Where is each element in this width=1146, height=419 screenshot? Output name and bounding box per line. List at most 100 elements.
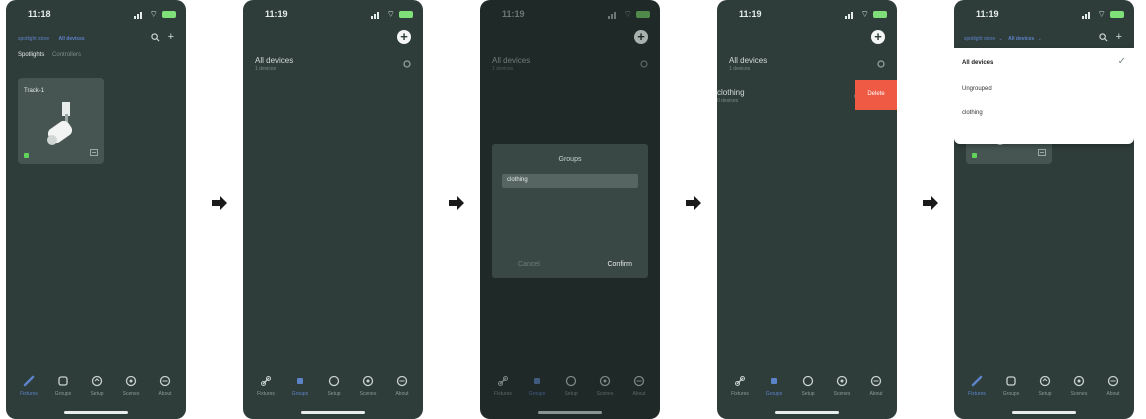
tab-controllers[interactable]: Controllers: [52, 52, 81, 58]
tab-groups[interactable]: Groups: [285, 375, 315, 397]
scene-icon: [1073, 375, 1085, 387]
breadcrumb-group[interactable]: All devices: [59, 36, 85, 42]
screen-create-group-dialog: 11:19 ⌔ + All devices 1 devices Groups c…: [480, 0, 660, 419]
home-indicator: [301, 411, 365, 414]
link-icon: [735, 376, 745, 386]
tab-scenes[interactable]: Scenes: [827, 375, 857, 397]
spotlight-icon: [47, 102, 73, 145]
pen-icon: [23, 375, 35, 387]
tab-setup[interactable]: Setup: [1030, 375, 1060, 397]
tab-fixtures[interactable]: Fixtures: [14, 375, 44, 397]
tab-scenes[interactable]: Scenes: [116, 375, 146, 397]
tab-fixtures[interactable]: Fixtures: [488, 375, 518, 397]
tab-about[interactable]: About: [150, 375, 180, 397]
gear-icon[interactable]: [403, 60, 411, 68]
dropdown-item-clothing[interactable]: clothing: [962, 104, 1126, 124]
group-row-count: 1 devices: [255, 66, 277, 72]
add-group-button[interactable]: +: [871, 30, 885, 44]
signal-icon: [371, 12, 379, 19]
home-indicator: [775, 411, 839, 414]
group-row-title[interactable]: All devices: [255, 56, 293, 65]
status-time: 11:19: [976, 9, 999, 19]
battery-icon: [162, 11, 176, 18]
link-icon: [498, 376, 508, 386]
tab-setup[interactable]: Setup: [556, 375, 586, 397]
status-bar: 11:19 ⌔: [717, 8, 897, 22]
tab-setup[interactable]: Setup: [82, 375, 112, 397]
breadcrumb-store[interactable]: spotlight store: [18, 36, 49, 42]
breadcrumb-store[interactable]: spotlight store: [964, 36, 995, 42]
chevron-down-icon[interactable]: ⌄: [1038, 36, 1042, 42]
delete-button[interactable]: Delete: [855, 80, 897, 110]
tab-setup[interactable]: Setup: [319, 375, 349, 397]
tab-groups[interactable]: Groups: [522, 375, 552, 397]
scene-icon: [836, 375, 848, 387]
group-name-input[interactable]: clothing: [502, 174, 638, 188]
link-icon: [261, 376, 271, 386]
confirm-button[interactable]: Confirm: [607, 261, 632, 268]
settings-icon[interactable]: [90, 149, 98, 156]
tab-groups[interactable]: Groups: [759, 375, 789, 397]
delete-label: Delete: [867, 91, 885, 97]
tab-spotlights[interactable]: Spotlights: [18, 52, 44, 58]
add-group-button[interactable]: +: [397, 30, 411, 44]
group-row-title[interactable]: All devices: [492, 56, 530, 65]
tab-about[interactable]: About: [387, 375, 417, 397]
tab-groups[interactable]: Groups: [996, 375, 1026, 397]
tab-about[interactable]: About: [1098, 375, 1128, 397]
tab-about[interactable]: About: [624, 375, 654, 397]
online-indicator: [972, 153, 977, 158]
add-group-button[interactable]: +: [634, 30, 648, 44]
info-icon: [870, 375, 882, 387]
bulb-icon: [91, 375, 103, 387]
dropdown-item-all-devices[interactable]: All devices ✓: [962, 54, 1126, 74]
battery-icon: [1110, 11, 1124, 18]
pen-icon: [971, 375, 983, 387]
tab-setup[interactable]: Setup: [793, 375, 823, 397]
status-bar: 11:19 ⌔: [480, 8, 660, 22]
add-icon[interactable]: +: [1116, 31, 1122, 43]
tab-about[interactable]: About: [861, 375, 891, 397]
dropdown-item-ungrouped[interactable]: Ungrouped: [962, 80, 1126, 100]
group-row-count: 1 devices: [729, 66, 751, 72]
bulb-icon: [1039, 375, 1051, 387]
screen-group-delete: 11:19 ⌔ + All devices 1 devices clothing…: [717, 0, 897, 419]
breadcrumb-group[interactable]: All devices: [1008, 36, 1034, 42]
cancel-button[interactable]: Cancel: [518, 261, 540, 268]
settings-icon[interactable]: [1038, 149, 1046, 156]
battery-icon: [873, 11, 887, 18]
group-row-title-clothing[interactable]: clothing: [717, 88, 745, 97]
bottom-tab-bar: Fixtures Groups Setup Scenes About: [480, 375, 660, 405]
bulb-icon: [802, 375, 814, 387]
info-icon: [1107, 375, 1119, 387]
tab-fixtures[interactable]: Fixtures: [962, 375, 992, 397]
group-row-title[interactable]: All devices: [729, 56, 767, 65]
chevron-down-icon[interactable]: ⌄: [999, 36, 1003, 42]
tab-groups[interactable]: Groups: [48, 375, 78, 397]
checkmark-icon: ✓: [1117, 56, 1126, 67]
gear-icon[interactable]: [877, 60, 885, 68]
signal-icon: [1082, 12, 1090, 19]
tab-scenes[interactable]: Scenes: [1064, 375, 1094, 397]
status-bar: 11:19 ⌔: [243, 8, 423, 22]
wifi-icon: ⌔: [860, 9, 869, 19]
search-icon[interactable]: [151, 33, 160, 42]
status-time: 11:18: [28, 9, 51, 19]
gear-icon[interactable]: [640, 60, 648, 68]
home-indicator: [538, 411, 602, 414]
add-icon[interactable]: +: [168, 31, 174, 43]
bulb-icon: [328, 375, 340, 387]
search-icon[interactable]: [1099, 33, 1108, 42]
square-icon: [1006, 376, 1016, 386]
device-card[interactable]: Track-1: [18, 78, 104, 164]
bottom-tab-bar: Fixtures Groups Setup Scenes About: [6, 375, 186, 405]
square-icon: [534, 378, 540, 384]
arrow-right-icon: [923, 196, 938, 210]
status-bar: 11:18 ⌔: [6, 8, 186, 22]
tab-fixtures[interactable]: Fixtures: [725, 375, 755, 397]
tab-scenes[interactable]: Scenes: [353, 375, 383, 397]
tab-scenes[interactable]: Scenes: [590, 375, 620, 397]
tab-fixtures[interactable]: Fixtures: [251, 375, 281, 397]
device-card-title: Track-1: [24, 88, 45, 94]
bottom-tab-bar: Fixtures Groups Setup Scenes About: [243, 375, 423, 405]
